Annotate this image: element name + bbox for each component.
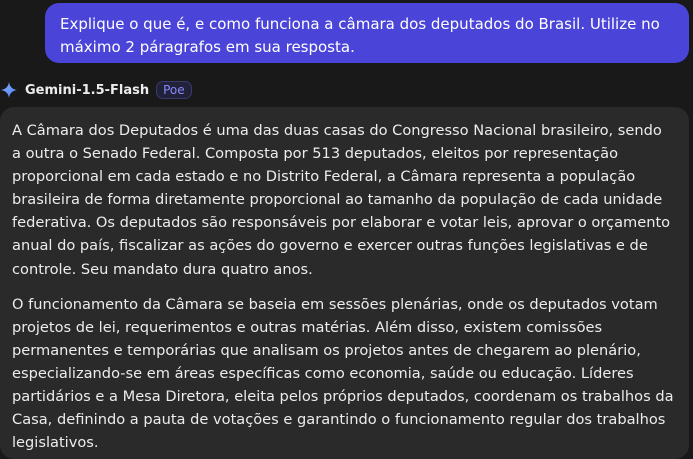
bot-message-bubble: A Câmara dos Deputados é uma das duas ca… [0,107,689,459]
sparkle-icon[interactable] [0,81,18,99]
poe-badge: Poe [156,81,192,99]
bot-header: Gemini-1.5-Flash Poe [0,79,192,101]
bot-name[interactable]: Gemini-1.5-Flash [25,83,149,98]
user-message-bubble: Explique o que é, e como funciona a câma… [45,3,689,63]
chat-page: Explique o que é, e como funciona a câma… [0,0,693,459]
bot-paragraph-2: O funcionamento da Câmara se baseia em s… [12,295,674,452]
bot-paragraph-1: A Câmara dos Deputados é uma das duas ca… [12,122,671,278]
user-message-text: Explique o que é, e como funciona a câma… [60,15,660,56]
